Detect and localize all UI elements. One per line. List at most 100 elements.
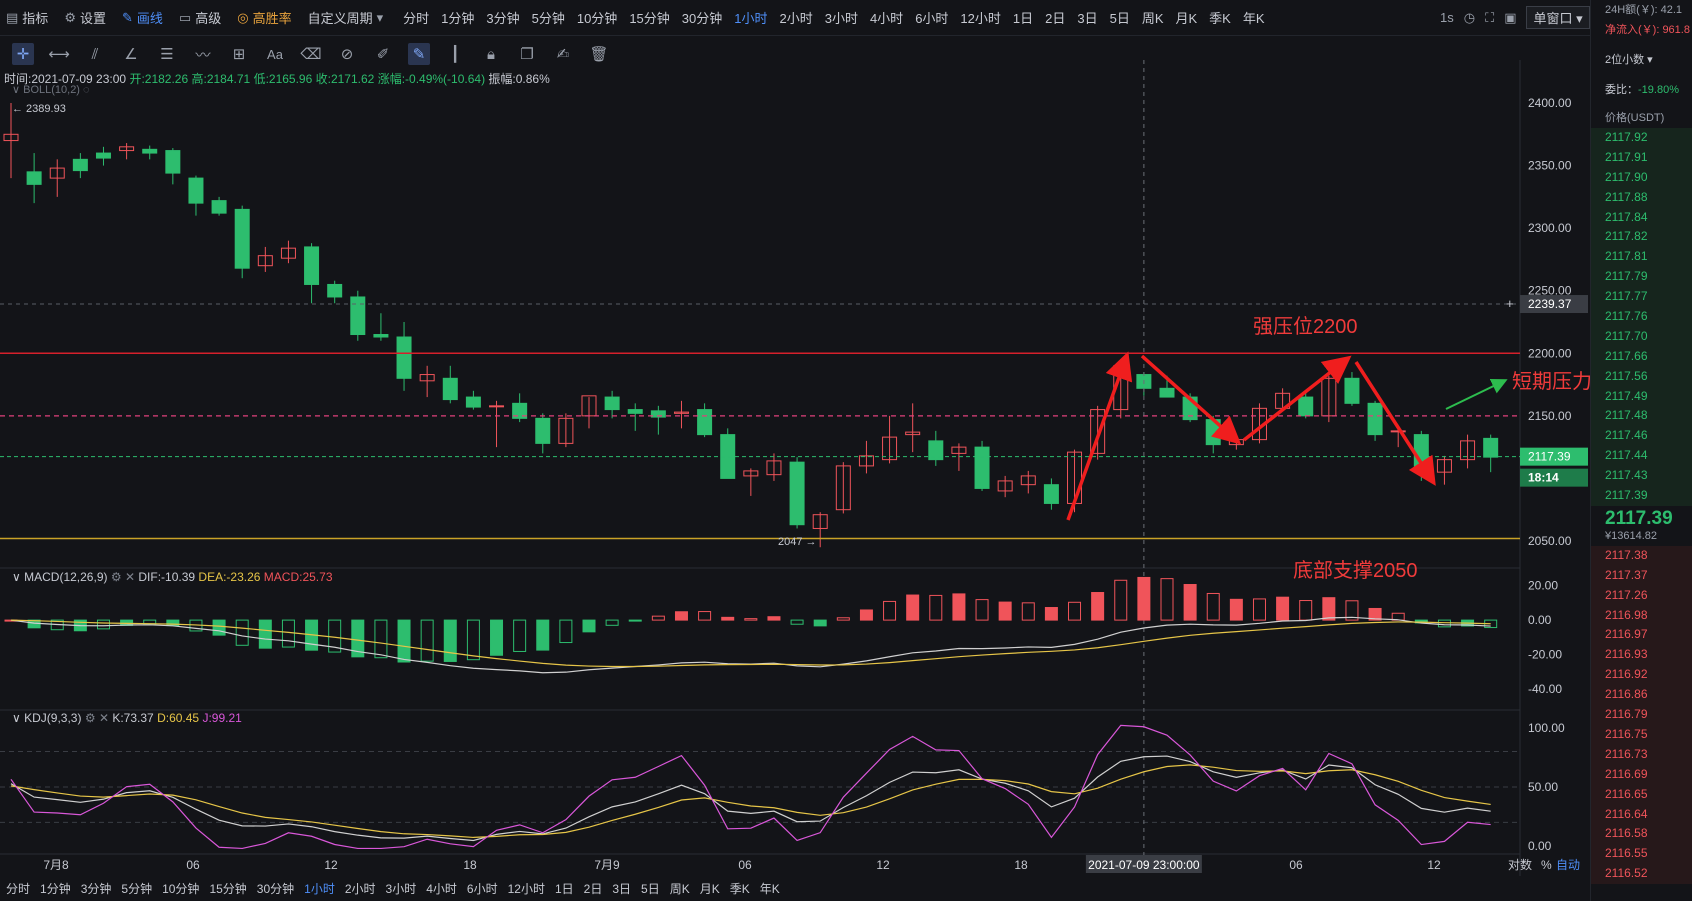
ask-price-row[interactable]: 2117.82 [1591,227,1692,248]
bottom-period-tab[interactable]: 12小时 [508,880,545,897]
ask-price-row[interactable]: 2117.77 [1591,287,1692,308]
win-rate-button[interactable]: ◎ 高胜率 [237,8,291,27]
bottom-period-tab[interactable]: 2日 [584,880,603,897]
advanced-button[interactable]: ▭ 高级 [179,8,221,27]
bottom-period-tab[interactable]: 30分钟 [257,880,294,897]
bottom-period-tab[interactable]: 年K [760,880,780,897]
bottom-period-tab[interactable]: 5分钟 [121,880,152,897]
period-tab[interactable]: 2日 [1045,8,1065,27]
bottom-period-tab[interactable]: 5日 [641,880,660,897]
pencil-icon: ✎ [121,9,133,25]
bid-price-row[interactable]: 2116.97 [1591,625,1692,646]
close-icon[interactable]: ✕ [125,570,135,584]
bid-price-row[interactable]: 2116.65 [1591,784,1692,805]
bid-price-row[interactable]: 2116.79 [1591,705,1692,725]
fullscreen-icon[interactable]: ⛶ [1485,10,1494,26]
bottom-period-tab[interactable]: 15分钟 [209,880,246,897]
period-tab[interactable]: 5分钟 [532,8,565,27]
period-tab[interactable]: 15分钟 [629,8,669,27]
bottom-period-tab[interactable]: 月K [700,880,720,897]
period-tab[interactable]: 3小时 [825,8,858,27]
ask-price-row[interactable]: 2117.46 [1591,426,1692,447]
bottom-period-tab[interactable]: 4小时 [426,880,457,897]
bid-price-row[interactable]: 2116.93 [1591,645,1692,666]
bid-price-row[interactable]: 2117.37 [1591,565,1692,586]
bid-price-row[interactable]: 2117.26 [1591,585,1692,606]
period-tab[interactable]: 6小时 [915,8,948,27]
settings-icon[interactable]: ⚙ [111,570,122,584]
period-tab[interactable]: 1日 [1013,8,1033,27]
bid-price-row[interactable]: 2116.98 [1591,605,1692,626]
bottom-period-tab[interactable]: 3日 [612,880,631,897]
chart-canvas[interactable]: 2400.002350.002300.002250.002200.002150.… [0,60,1590,876]
bid-price-row[interactable]: 2116.86 [1591,685,1692,706]
period-tab[interactable]: 1小时 [734,8,767,27]
ask-price-row[interactable]: 2117.81 [1591,247,1692,268]
bid-price-row[interactable]: 2116.73 [1591,744,1692,765]
period-tab[interactable]: 3日 [1077,8,1097,27]
bid-price-row[interactable]: 2116.52 [1591,864,1692,885]
ask-price-row[interactable]: 2117.91 [1591,147,1692,168]
period-tab[interactable]: 季K [1209,8,1231,27]
bottom-period-tab[interactable]: 1日 [555,880,574,897]
eye-off-icon[interactable]: ◌ [83,84,90,96]
period-tab[interactable]: 10分钟 [577,8,617,27]
period-tab[interactable]: 4小时 [870,8,903,27]
bid-price-row[interactable]: 2117.38 [1591,545,1692,566]
bottom-period-tab[interactable]: 6小时 [467,880,498,897]
period-tab[interactable]: 2小时 [779,8,812,27]
clock-icon[interactable]: ◷ [1464,10,1475,26]
scale-log-toggle: 对数 [1508,857,1532,872]
ask-price-row[interactable]: 2117.92 [1591,128,1692,148]
ask-price-row[interactable]: 2117.88 [1591,187,1692,208]
ask-price-row[interactable]: 2117.49 [1591,386,1692,407]
bottom-period-tab[interactable]: 10分钟 [162,880,199,897]
bid-price-row[interactable]: 2116.64 [1591,804,1692,825]
indicators-button[interactable]: ▤ 指标 [6,8,48,27]
boll-label[interactable]: ∨ BOLL(10,2) ◌ [12,83,90,96]
bottom-period-tab[interactable]: 1小时 [304,880,335,897]
bottom-period-tab[interactable]: 分时 [6,880,30,897]
custom-period-dropdown[interactable]: 自定义周期 ▾ [308,8,388,27]
bottom-period-tab[interactable]: 3分钟 [81,880,112,897]
close-icon[interactable]: ✕ [99,711,109,725]
bottom-period-tab[interactable]: 周K [670,880,690,897]
interval-label[interactable]: 1s [1440,10,1454,25]
settings-button[interactable]: ⚙ 设置 [64,8,106,27]
ask-price-row[interactable]: 2117.39 [1591,486,1692,506]
period-tab[interactable]: 5日 [1110,8,1130,27]
period-tab[interactable]: 3分钟 [486,8,519,27]
single-window-dropdown[interactable]: 单窗口 ▾ [1526,6,1590,29]
ask-price-row[interactable]: 2117.79 [1591,267,1692,288]
period-tab[interactable]: 30分钟 [682,8,722,27]
ask-price-row[interactable]: 2117.90 [1591,167,1692,188]
time-axis-label: 7月9 [594,858,620,872]
decimals-dropdown[interactable]: 2位小数 ▾ [1591,50,1692,70]
period-tab[interactable]: 月K [1176,8,1198,27]
ask-price-row[interactable]: 2117.48 [1591,406,1692,427]
draw-button[interactable]: ✎ 画线 [122,8,163,27]
bid-price-row[interactable]: 2116.58 [1591,824,1692,845]
ask-price-row[interactable]: 2117.84 [1591,207,1692,228]
bid-price-row[interactable]: 2116.92 [1591,665,1692,686]
bid-price-row[interactable]: 2116.69 [1591,764,1692,785]
period-tab[interactable]: 分时 [403,8,429,27]
ask-price-row[interactable]: 2117.56 [1591,366,1692,387]
period-tab[interactable]: 周K [1142,8,1164,27]
period-tab[interactable]: 1分钟 [441,8,474,27]
bottom-period-tab[interactable]: 季K [730,880,750,897]
bottom-period-tab[interactable]: 1分钟 [40,880,71,897]
ask-price-row[interactable]: 2117.66 [1591,346,1692,367]
settings-icon[interactable]: ⚙ [85,711,96,725]
ask-price-row[interactable]: 2117.44 [1591,446,1692,467]
screenshot-icon[interactable]: ▣ [1504,10,1516,26]
bottom-period-tab[interactable]: 2小时 [345,880,376,897]
ask-price-row[interactable]: 2117.70 [1591,326,1692,347]
bottom-period-tab[interactable]: 3小时 [386,880,417,897]
ask-price-row[interactable]: 2117.76 [1591,307,1692,327]
bid-price-row[interactable]: 2116.75 [1591,724,1692,745]
period-tab[interactable]: 12小时 [960,8,1000,27]
bid-price-row[interactable]: 2116.55 [1591,844,1692,865]
period-tab[interactable]: 年K [1243,8,1265,27]
ask-price-row[interactable]: 2117.43 [1591,466,1692,487]
